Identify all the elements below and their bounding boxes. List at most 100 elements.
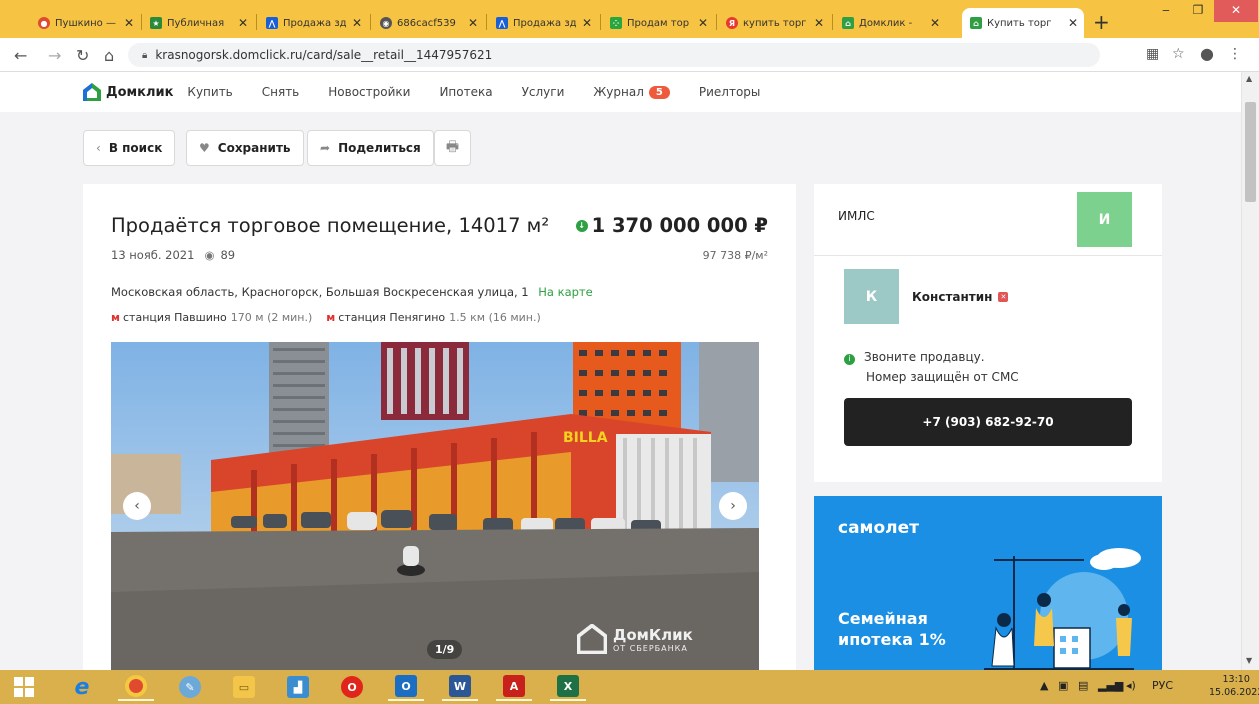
photo-watermark: ДомКлик ОТ СБЕРБАНКА bbox=[577, 624, 693, 654]
chevron-right-icon: › bbox=[730, 498, 736, 514]
word-icon[interactable]: W bbox=[442, 673, 478, 701]
excel-icon[interactable]: X bbox=[550, 673, 586, 701]
chrome-icon[interactable] bbox=[118, 673, 154, 701]
cian-icon: ⋀ bbox=[266, 17, 278, 29]
close-tab-icon[interactable]: ✕ bbox=[930, 16, 940, 30]
agency-avatar[interactable]: И bbox=[1077, 192, 1132, 247]
metro-distance: 170 м (2 мин.) bbox=[230, 311, 313, 324]
system-clock[interactable]: 13:10 15.06.2022 bbox=[1209, 673, 1259, 699]
tab-separator bbox=[256, 14, 257, 30]
browser-tab-active[interactable]: ⌂ Купить торг ✕ bbox=[962, 8, 1084, 38]
family-illustration bbox=[984, 548, 1141, 670]
close-tab-icon[interactable]: ✕ bbox=[352, 16, 362, 30]
tab-separator bbox=[716, 14, 717, 30]
browser-tab[interactable]: ● Пушкино — ✕ bbox=[30, 8, 140, 38]
browser-tab[interactable]: ⁘ Продам тор ✕ bbox=[602, 8, 714, 38]
call-notice: i Звоните продавцу. Номер защищён от СМС bbox=[844, 347, 1019, 387]
nav-new-buildings[interactable]: Новостройки bbox=[328, 85, 410, 99]
profile-icon[interactable]: ● bbox=[1200, 44, 1214, 63]
listing-price: ↓ 1 370 000 000 ₽ bbox=[575, 214, 768, 237]
bookmark-star-icon[interactable]: ☆ bbox=[1172, 46, 1185, 62]
browser-tab[interactable]: ⋀ Продажа зд ✕ bbox=[258, 8, 368, 38]
save-button[interactable]: ♥ Сохранить bbox=[186, 130, 304, 166]
agency-name[interactable]: ИМЛС bbox=[838, 209, 875, 223]
browser-tab[interactable]: ★ Публичная ✕ bbox=[142, 8, 254, 38]
home-icon[interactable]: ⌂ bbox=[104, 46, 114, 65]
paint-icon[interactable]: ✎ bbox=[172, 673, 208, 701]
metro-icon: м bbox=[111, 311, 120, 324]
close-tab-icon[interactable]: ✕ bbox=[468, 16, 478, 30]
browser-tab[interactable]: ⌂ Домклик - ✕ bbox=[834, 8, 946, 38]
seller-card: ИМЛС И К Константин ✕ i Звоните продавцу.… bbox=[814, 184, 1162, 482]
share-button[interactable]: ➦ Поделиться bbox=[307, 130, 434, 166]
photo-next-button[interactable]: › bbox=[719, 492, 747, 520]
avito-icon: ⁘ bbox=[610, 17, 622, 29]
browser-toolbar: ← → ↻ ⌂ 🔒︎ krasnogorsk.domclick.ru/card/… bbox=[0, 38, 1259, 72]
price-info-icon[interactable]: ↓ bbox=[575, 219, 588, 232]
scroll-down-icon[interactable]: ▼ bbox=[1246, 656, 1252, 665]
close-tab-icon[interactable]: ✕ bbox=[124, 16, 134, 30]
scrollbar-thumb[interactable] bbox=[1245, 102, 1256, 202]
browser-tab[interactable]: Я купить торг ✕ bbox=[718, 8, 830, 38]
outlook-icon[interactable]: O bbox=[388, 673, 424, 701]
domclick-logo[interactable]: Домклик bbox=[82, 82, 173, 102]
close-window-icon[interactable]: ✕ bbox=[1214, 0, 1258, 22]
close-tab-icon[interactable]: ✕ bbox=[582, 16, 592, 30]
seller-name: Константин ✕ bbox=[912, 290, 1009, 304]
nav-services[interactable]: Услуги bbox=[522, 85, 565, 99]
address-bar[interactable]: 🔒︎ krasnogorsk.domclick.ru/card/sale__re… bbox=[128, 43, 1100, 67]
nav-realtors[interactable]: Риелторы bbox=[699, 85, 761, 99]
browser-tab[interactable]: ⋀ Продажа зд ✕ bbox=[488, 8, 598, 38]
browser-tab[interactable]: ◉ 686cacf539 ✕ bbox=[372, 8, 484, 38]
site-header: Домклик Купить Снять Новостройки Ипотека… bbox=[0, 72, 1241, 112]
page-scrollbar[interactable]: ▲ ▼ bbox=[1241, 72, 1259, 670]
nav-rent[interactable]: Снять bbox=[262, 85, 300, 99]
back-to-search-button[interactable]: ‹ В поиск bbox=[83, 130, 176, 166]
back-arrow-icon[interactable]: ← bbox=[14, 46, 27, 65]
heart-icon: ♥ bbox=[199, 141, 210, 155]
show-on-map-link[interactable]: На карте bbox=[538, 285, 592, 299]
menu-dots-icon[interactable]: ⋮ bbox=[1228, 46, 1242, 62]
internet-explorer-icon[interactable]: e bbox=[64, 673, 100, 701]
close-tab-icon[interactable]: ✕ bbox=[238, 16, 248, 30]
language-indicator[interactable]: РУС bbox=[1152, 679, 1173, 692]
close-tab-icon[interactable]: ✕ bbox=[698, 16, 708, 30]
globe-icon: ◉ bbox=[380, 17, 392, 29]
journal-badge: 5 bbox=[648, 85, 670, 99]
forward-arrow-icon[interactable]: → bbox=[48, 46, 61, 65]
scroll-up-icon[interactable]: ▲ bbox=[1246, 74, 1252, 83]
start-button[interactable] bbox=[6, 673, 42, 701]
tab-separator bbox=[600, 14, 601, 30]
minimize-icon[interactable]: ‒ bbox=[1150, 0, 1182, 22]
qr-code-icon[interactable]: ▦ bbox=[1146, 46, 1159, 62]
photo-prev-button[interactable]: ‹ bbox=[123, 492, 151, 520]
listing-photo-gallery[interactable]: BILLA ‹ › 1/9 ДомКлик ОТ СБЕРБАНКА bbox=[111, 342, 759, 670]
phone-button[interactable]: +7 (903) 682-92-70 bbox=[844, 398, 1132, 446]
new-tab-button[interactable]: + bbox=[1093, 10, 1110, 34]
print-button[interactable]: 🖶︎ bbox=[434, 130, 471, 166]
nav-buy[interactable]: Купить bbox=[187, 85, 232, 99]
signal-icon[interactable]: ▂▄▆ bbox=[1098, 679, 1123, 692]
close-tab-icon[interactable]: ✕ bbox=[1068, 16, 1078, 30]
opera-icon[interactable]: O bbox=[334, 673, 370, 701]
volume-icon[interactable]: ◂) bbox=[1126, 679, 1136, 692]
samolet-ad-banner[interactable]: самолет Семейная ипотека 1% bbox=[814, 496, 1162, 670]
acrobat-icon[interactable]: A bbox=[496, 673, 532, 701]
close-tab-icon[interactable]: ✕ bbox=[814, 16, 824, 30]
shield-icon: ✕ bbox=[998, 292, 1009, 302]
tray-expand-icon[interactable]: ▲ bbox=[1040, 679, 1048, 692]
file-explorer-icon[interactable]: ▭ bbox=[226, 673, 262, 701]
brand-name: Домклик bbox=[106, 84, 174, 100]
reload-icon[interactable]: ↻ bbox=[76, 46, 89, 65]
seller-avatar: К bbox=[844, 269, 899, 324]
device-icon[interactable]: ▤ bbox=[1078, 679, 1088, 692]
publish-date: 13 нояб. 2021 bbox=[111, 248, 195, 262]
map-pin-icon: ● bbox=[38, 17, 50, 29]
network-icon[interactable]: ▣ bbox=[1058, 679, 1068, 692]
chevron-left-icon: ‹ bbox=[96, 141, 101, 155]
restore-icon[interactable]: ❐ bbox=[1182, 0, 1214, 22]
domclick-icon: ⌂ bbox=[842, 17, 854, 29]
chart-app-icon[interactable]: ▟ bbox=[280, 673, 316, 701]
nav-mortgage[interactable]: Ипотека bbox=[439, 85, 492, 99]
nav-journal[interactable]: Журнал 5 bbox=[593, 85, 670, 99]
